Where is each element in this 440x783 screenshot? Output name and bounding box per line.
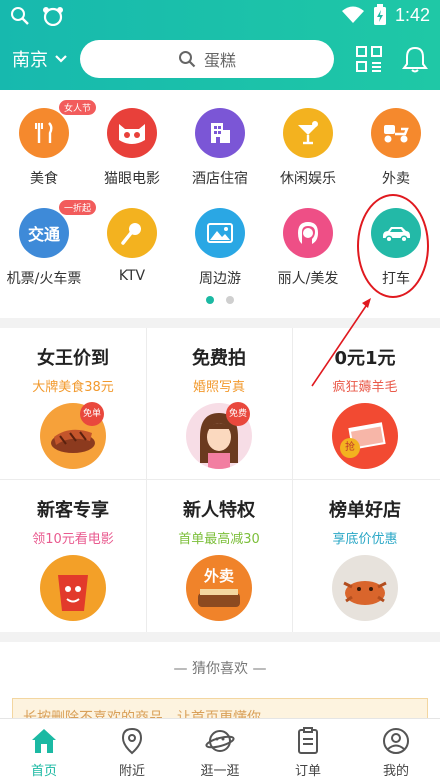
crab-image bbox=[332, 555, 398, 621]
promo-card[interactable]: 免费拍 婚照写真 免费 bbox=[146, 328, 292, 480]
page-dot-active bbox=[206, 296, 214, 304]
category-food[interactable]: 女人节 美食 bbox=[0, 100, 97, 188]
home-icon bbox=[32, 729, 56, 753]
promo-sticker: 抢 bbox=[340, 438, 360, 458]
promo-title: 新人特权 bbox=[183, 500, 255, 521]
page-indicator bbox=[0, 296, 440, 304]
transport-icon-text: 交通 bbox=[27, 225, 60, 244]
tab-label: 附近 bbox=[118, 764, 145, 779]
tab-label: 订单 bbox=[294, 764, 321, 779]
category-ktv[interactable]: KTV bbox=[88, 208, 176, 284]
qr-scan-icon[interactable] bbox=[354, 44, 384, 74]
wifi-icon bbox=[341, 6, 364, 23]
cat-face-icon bbox=[107, 108, 157, 158]
chevron-down-icon bbox=[55, 55, 67, 63]
promo-subtitle: 疯狂薅羊毛 bbox=[332, 380, 398, 395]
search-bar[interactable]: 蛋糕 bbox=[80, 40, 334, 78]
red-envelope-image bbox=[332, 403, 398, 469]
tab-nearby[interactable]: 附近 bbox=[88, 719, 176, 783]
promo-subtitle: 首单最高减30 bbox=[178, 532, 260, 547]
top-header: 1:42 南京 蛋糕 bbox=[0, 0, 440, 90]
category-label: 美食 bbox=[30, 171, 58, 187]
location-pin-icon bbox=[121, 727, 143, 755]
promo-title: 女王价到 bbox=[37, 348, 109, 369]
transport-text-icon: 交通 一折起 bbox=[19, 200, 97, 258]
category-takeout[interactable]: 外卖 bbox=[352, 108, 440, 188]
category-maoyan-movie[interactable]: 猫眼电影 bbox=[88, 108, 176, 188]
promo-subtitle: 婚照写真 bbox=[192, 380, 245, 395]
category-label: 周边游 bbox=[199, 271, 241, 287]
category-nearby-travel[interactable]: 周边游 bbox=[176, 208, 264, 288]
order-list-icon bbox=[298, 727, 318, 754]
promo-subtitle: 享底价优惠 bbox=[332, 532, 398, 547]
takeout-image: 外卖 bbox=[186, 555, 252, 621]
promo-sticker: 外卖 bbox=[203, 567, 234, 585]
search-notification-icon bbox=[11, 7, 29, 25]
toolbar: 南京 蛋糕 bbox=[0, 36, 440, 82]
category-leisure[interactable]: 休闲娱乐 bbox=[264, 108, 352, 188]
bell-icon[interactable] bbox=[400, 44, 430, 74]
scooter-icon bbox=[371, 108, 421, 158]
tab-home[interactable]: 首页 bbox=[0, 719, 88, 783]
tab-label: 逛一逛 bbox=[200, 764, 240, 779]
building-icon bbox=[195, 108, 245, 158]
app-screen: 1:42 南京 蛋糕 女人节 美食 猫眼电影 酒店住宿 休闲娱乐 外卖 交通 一… bbox=[0, 0, 440, 783]
app-notification-icon bbox=[43, 7, 63, 26]
woman-hair-icon bbox=[283, 208, 333, 258]
fork-knife-icon: 女人节 bbox=[19, 100, 97, 158]
planet-icon bbox=[205, 730, 235, 752]
page-dot bbox=[226, 296, 234, 304]
landscape-icon bbox=[195, 208, 245, 258]
promo-title: 免费拍 bbox=[192, 348, 246, 369]
promo-subtitle: 领10元看电影 bbox=[32, 532, 114, 547]
city-selector[interactable]: 南京 bbox=[12, 46, 68, 72]
promo-title: 新客专享 bbox=[37, 500, 109, 521]
promo-card[interactable]: 0元1元 疯狂薅羊毛 抢 bbox=[292, 328, 438, 480]
cocktail-icon bbox=[283, 108, 333, 158]
category-label: 休闲娱乐 bbox=[280, 171, 336, 187]
tab-explore[interactable]: 逛一逛 bbox=[176, 719, 264, 783]
category-hotel[interactable]: 酒店住宿 bbox=[176, 108, 264, 188]
search-icon bbox=[178, 51, 196, 68]
category-flight-train[interactable]: 交通 一折起 机票/火车票 bbox=[0, 200, 97, 288]
popcorn-image bbox=[40, 555, 106, 621]
clock: 1:42 bbox=[394, 4, 430, 25]
promo-card[interactable]: 女王价到 大牌美食38元 免单 bbox=[0, 328, 146, 480]
tab-orders[interactable]: 订单 bbox=[264, 719, 352, 783]
battery-icon bbox=[373, 4, 386, 25]
guess-you-like-section: — 猜你喜欢 — 长按删除不喜欢的商品，让首页更懂你 bbox=[0, 642, 440, 738]
promo-card[interactable]: 新人特权 首单最高减30 外卖 bbox=[146, 480, 292, 632]
promo-grid: 女王价到 大牌美食38元 免单 免费拍 婚照写真 免费 0元1元 疯狂薅羊毛 抢… bbox=[0, 328, 440, 632]
category-label: 丽人/美发 bbox=[277, 271, 339, 287]
tab-label: 首页 bbox=[30, 764, 57, 779]
tab-profile[interactable]: 我的 bbox=[352, 719, 440, 783]
promo-title: 榜单好店 bbox=[329, 500, 401, 521]
annotation-circle bbox=[357, 194, 429, 298]
promo-sticker: 免费 bbox=[226, 402, 250, 426]
promo-sticker: 免单 bbox=[80, 402, 104, 426]
category-beauty[interactable]: 丽人/美发 bbox=[264, 208, 352, 288]
category-label: 机票/火车票 bbox=[6, 271, 82, 287]
microphone-icon bbox=[107, 208, 157, 258]
city-label: 南京 bbox=[12, 50, 48, 71]
status-bar: 1:42 bbox=[0, 0, 440, 32]
promo-title: 0元1元 bbox=[334, 348, 396, 369]
tab-label: 我的 bbox=[382, 764, 409, 779]
promo-card[interactable]: 榜单好店 享底价优惠 bbox=[292, 480, 438, 632]
category-label: 猫眼电影 bbox=[104, 171, 160, 187]
category-label: KTV bbox=[118, 268, 146, 284]
category-label: 酒店住宿 bbox=[192, 171, 248, 187]
profile-icon bbox=[383, 728, 409, 754]
section-title: — 猜你喜欢 — bbox=[173, 661, 267, 677]
bottom-tab-bar: 首页 附近 逛一逛 订单 我的 bbox=[0, 718, 440, 783]
category-label: 外卖 bbox=[382, 171, 410, 187]
promo-subtitle: 大牌美食38元 bbox=[32, 380, 114, 395]
search-placeholder: 蛋糕 bbox=[203, 51, 236, 70]
promo-card[interactable]: 新客专享 领10元看电影 bbox=[0, 480, 146, 632]
